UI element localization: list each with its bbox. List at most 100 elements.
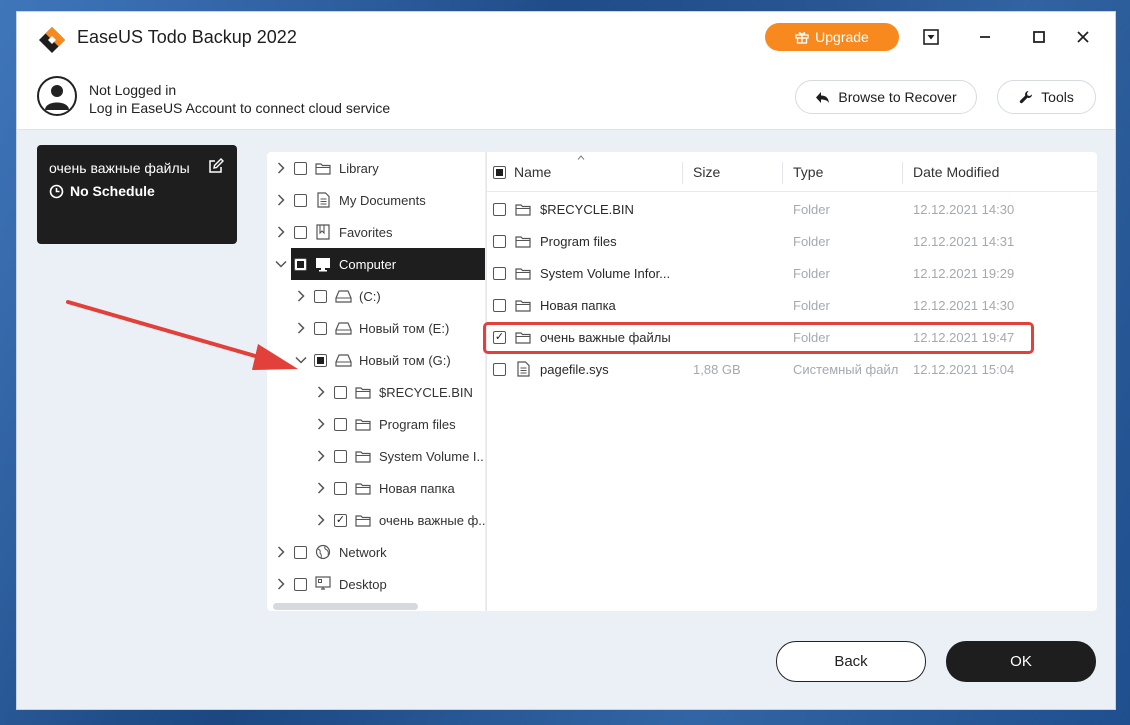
upgrade-button[interactable]: Upgrade	[765, 23, 899, 51]
folder-icon	[354, 480, 372, 496]
file-name: pagefile.sys	[540, 361, 609, 377]
folder-icon	[514, 233, 532, 249]
drive-icon	[334, 288, 352, 304]
tree-checkbox[interactable]	[334, 513, 347, 527]
backup-task-name: очень важные файлы	[49, 160, 190, 176]
chevron-right-icon[interactable]	[274, 545, 288, 559]
tree-checkbox[interactable]	[294, 225, 307, 239]
table-row[interactable]: System Volume Infor... Folder 12.12.2021 1…	[487, 257, 1098, 289]
table-row[interactable]: pagefile.sys 1,88 GB Системный файл 12.12.2…	[487, 353, 1098, 385]
tree-item-label: System Volume I...	[379, 448, 485, 464]
tree-checkbox[interactable]	[314, 289, 327, 303]
back-arrow-icon	[816, 91, 830, 103]
file-date-modified: 12.12.2021 14:30	[913, 297, 1015, 313]
tree-checkbox[interactable]	[294, 161, 307, 175]
account-name: Not Logged in	[89, 82, 177, 98]
backup-task-card[interactable]: очень важные файлы No Schedule	[37, 145, 237, 244]
tree-checkbox[interactable]	[334, 449, 347, 463]
tree-item-label: Library	[339, 160, 379, 176]
horizontal-scrollbar[interactable]	[273, 603, 418, 610]
browse-to-recover-button[interactable]: Browse to Recover	[795, 80, 977, 114]
tree-checkbox[interactable]	[334, 417, 347, 431]
tree-item[interactable]: Program files	[267, 408, 485, 440]
tools-button[interactable]: Tools	[997, 80, 1096, 114]
schedule-label: No Schedule	[70, 183, 155, 199]
tree-checkbox[interactable]	[294, 257, 307, 271]
close-button[interactable]	[1072, 26, 1094, 48]
app-title: EaseUS Todo Backup 2022	[77, 27, 297, 47]
table-row[interactable]: Program files Folder 12.12.2021 14:31	[487, 225, 1098, 257]
file-checkbox[interactable]	[493, 202, 506, 216]
table-row[interactable]: $RECYCLE.BIN Folder 12.12.2021 14:30	[487, 193, 1098, 225]
avatar[interactable]	[37, 76, 77, 116]
tree-checkbox[interactable]	[294, 577, 307, 591]
back-button[interactable]: Back	[776, 641, 926, 682]
folder-icon	[354, 512, 372, 528]
file-list-header: Name Size Type Date Modified	[487, 152, 1098, 192]
chevron-right-icon[interactable]	[314, 385, 328, 399]
tree-item[interactable]: Favorites	[267, 216, 485, 248]
tree-item[interactable]: Computer	[275, 248, 485, 280]
file-checkbox[interactable]	[493, 234, 506, 248]
column-divider[interactable]	[782, 162, 783, 184]
chevron-right-icon[interactable]	[274, 161, 288, 175]
chevron-right-icon[interactable]	[274, 193, 288, 207]
select-all-checkbox[interactable]	[493, 165, 506, 179]
file-name-cell: pagefile.sys	[493, 353, 609, 385]
column-type[interactable]: Type	[793, 152, 823, 192]
tree-item[interactable]: $RECYCLE.BIN	[267, 376, 485, 408]
sort-up-icon	[577, 155, 585, 160]
table-row[interactable]: Новая папка Folder 12.12.2021 14:30	[487, 289, 1098, 321]
file-icon	[514, 361, 532, 377]
tree-item[interactable]: My Documents	[267, 184, 485, 216]
tree-item-label: My Documents	[339, 192, 426, 208]
close-icon	[1077, 31, 1089, 43]
tree-item-label: Computer	[339, 256, 397, 272]
chevron-down-icon[interactable]	[274, 257, 288, 271]
ok-button[interactable]: OK	[946, 641, 1096, 682]
file-checkbox[interactable]	[493, 330, 506, 344]
column-divider[interactable]	[902, 162, 903, 184]
column-name[interactable]: Name	[493, 152, 551, 192]
menu-dropdown-button[interactable]	[920, 26, 942, 48]
column-date-modified[interactable]: Date Modified	[913, 152, 999, 192]
account-login-link[interactable]: Log in EaseUS Account to connect cloud s…	[89, 100, 390, 116]
tree-checkbox[interactable]	[314, 353, 327, 367]
minimize-button[interactable]	[974, 26, 996, 48]
file-checkbox[interactable]	[493, 266, 506, 280]
tree-checkbox[interactable]	[334, 481, 347, 495]
tree-checkbox[interactable]	[314, 321, 327, 335]
tree-item[interactable]: очень важные ф...	[267, 504, 485, 536]
tree-item[interactable]: Library	[267, 152, 485, 184]
tree-checkbox[interactable]	[294, 545, 307, 559]
column-divider[interactable]	[682, 162, 683, 184]
chevron-right-icon[interactable]	[314, 449, 328, 463]
column-size[interactable]: Size	[693, 152, 720, 192]
tree-item[interactable]: Network	[267, 536, 485, 568]
tree-item-label: Новый том (G:)	[359, 352, 451, 368]
tree-item[interactable]: Новая папка	[267, 472, 485, 504]
file-checkbox[interactable]	[493, 362, 506, 376]
maximize-button[interactable]	[1028, 26, 1050, 48]
file-checkbox[interactable]	[493, 298, 506, 312]
chevron-right-icon[interactable]	[314, 513, 328, 527]
tree-item-label: Favorites	[339, 224, 393, 240]
file-type: Системный файл	[793, 361, 899, 377]
chevron-right-icon[interactable]	[314, 417, 328, 431]
tree-checkbox[interactable]	[294, 193, 307, 207]
tree-item[interactable]: System Volume I...	[267, 440, 485, 472]
source-tree: Library My Documents Favorites Computer (C:)…	[267, 152, 485, 611]
file-date-modified: 12.12.2021 14:31	[913, 233, 1015, 249]
drive-icon	[334, 320, 352, 336]
tree-checkbox[interactable]	[334, 385, 347, 399]
table-row[interactable]: очень важные файлы Folder 12.12.2021 19:47	[487, 321, 1098, 353]
chevron-right-icon[interactable]	[274, 225, 288, 239]
chevron-right-icon[interactable]	[274, 577, 288, 591]
tree-item[interactable]: Desktop	[267, 568, 485, 600]
file-date-modified: 12.12.2021 19:47	[913, 329, 1015, 345]
upgrade-label: Upgrade	[815, 29, 869, 45]
chevron-right-icon[interactable]	[314, 481, 328, 495]
edit-icon[interactable]	[208, 158, 224, 174]
file-name: $RECYCLE.BIN	[540, 201, 634, 217]
library-icon	[314, 160, 332, 176]
